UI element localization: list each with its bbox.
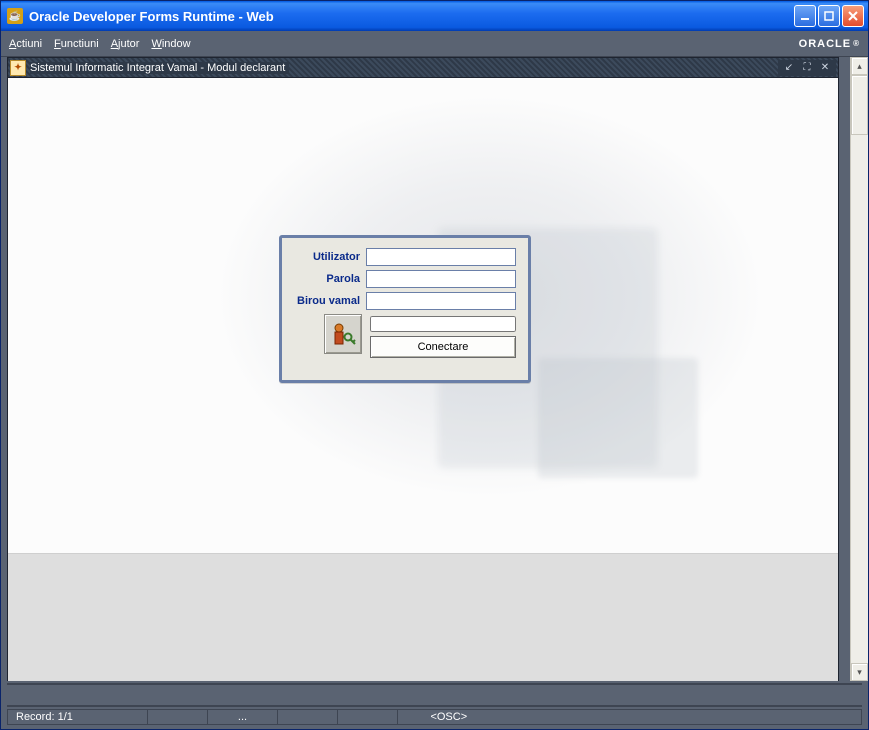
office-input[interactable] (366, 292, 516, 310)
mdi-body: Utilizator Parola Birou vamal (8, 78, 838, 681)
status-osc: <OSC> (397, 709, 862, 725)
background-monitor-shape (538, 358, 698, 478)
scroll-up-arrow-icon[interactable]: ▴ (851, 57, 868, 75)
status-bar: Record: 1/1 ... <OSC> (1, 707, 868, 729)
application-window: ☕ Oracle Developer Forms Runtime - Web A… (0, 0, 869, 730)
mdi-titlebar[interactable]: ✦ Sistemul Informatic Integrat Vamal - M… (8, 58, 838, 78)
message-groove (7, 683, 862, 707)
maximize-button[interactable] (818, 5, 840, 27)
minimize-button[interactable] (794, 5, 816, 27)
scroll-down-arrow-icon[interactable]: ▾ (851, 663, 868, 681)
password-label: Parola (292, 273, 360, 285)
mdi-title: Sistemul Informatic Integrat Vamal - Mod… (30, 62, 289, 74)
connect-button-label: Conectare (418, 341, 469, 353)
module-icon: ✦ (10, 60, 26, 76)
scroll-thumb[interactable] (851, 75, 868, 135)
password-input[interactable] (366, 270, 516, 288)
menu-window[interactable]: Window (151, 38, 190, 50)
window-titlebar[interactable]: ☕ Oracle Developer Forms Runtime - Web (1, 1, 868, 31)
menu-actiuni[interactable]: Actiuni (9, 38, 42, 50)
mdi-window: ✦ Sistemul Informatic Integrat Vamal - M… (7, 57, 839, 681)
mdi-restore-icon[interactable]: ⛶ (798, 60, 816, 76)
login-canvas: Utilizator Parola Birou vamal (8, 78, 838, 553)
menubar: Actiuni Functiuni Ajutor Window ORACLE® (1, 31, 868, 57)
java-cup-icon: ☕ (7, 8, 23, 24)
office-label: Birou vamal (292, 295, 360, 307)
scroll-track[interactable] (851, 135, 868, 663)
key-icon-button[interactable] (324, 314, 362, 354)
status-record: Record: 1/1 (7, 709, 147, 725)
mdi-close-icon[interactable]: ✕ (816, 60, 834, 76)
user-label: Utilizator (292, 251, 360, 263)
canvas-lower-band (8, 553, 838, 681)
office-name-readonly (370, 316, 516, 332)
mdi-minimize-icon[interactable]: ↙ (780, 60, 798, 76)
person-key-icon (330, 321, 356, 347)
status-dots: ... (207, 709, 277, 725)
status-cell-2 (277, 709, 337, 725)
status-cell-1 (147, 709, 207, 725)
workspace: ✦ Sistemul Informatic Integrat Vamal - M… (1, 57, 868, 729)
vertical-scrollbar[interactable]: ▴ ▾ (850, 57, 868, 681)
user-input[interactable] (366, 248, 516, 266)
login-panel: Utilizator Parola Birou vamal (279, 235, 531, 383)
menu-functiuni[interactable]: Functiuni (54, 38, 99, 50)
menu-ajutor[interactable]: Ajutor (111, 38, 140, 50)
status-cell-3 (337, 709, 397, 725)
close-button[interactable] (842, 5, 864, 27)
window-title: Oracle Developer Forms Runtime - Web (29, 9, 274, 24)
connect-button[interactable]: Conectare (370, 336, 516, 358)
oracle-logo: ORACLE® (799, 38, 860, 50)
mdi-area: ✦ Sistemul Informatic Integrat Vamal - M… (1, 57, 868, 681)
